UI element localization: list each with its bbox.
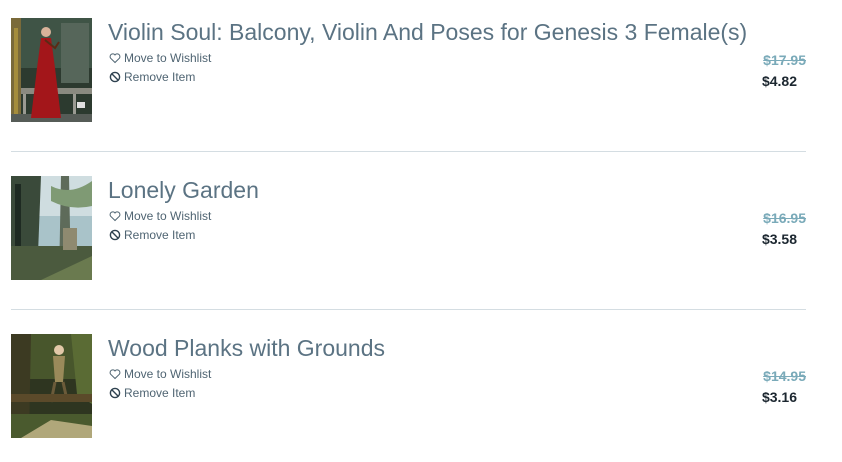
- cart-item: Wood Planks with Grounds Move to Wishlis…: [0, 316, 842, 446]
- product-title-link[interactable]: Wood Planks with Grounds: [108, 333, 385, 363]
- remove-item-label: Remove Item: [124, 386, 196, 400]
- cart-item: Violin Soul: Balcony, Violin And Poses f…: [0, 0, 842, 130]
- remove-item-label: Remove Item: [124, 228, 196, 242]
- remove-item-link[interactable]: Remove Item: [109, 227, 195, 243]
- prohibited-circle-icon: [109, 71, 121, 83]
- original-price: $14.95: [763, 368, 806, 384]
- heart-outline-icon: [109, 52, 121, 64]
- item-divider: [11, 309, 806, 310]
- sale-price: $3.58: [761, 231, 797, 247]
- move-to-wishlist-link[interactable]: Move to Wishlist: [109, 50, 211, 66]
- move-to-wishlist-link[interactable]: Move to Wishlist: [109, 208, 211, 224]
- sale-price: $3.16: [761, 389, 797, 405]
- move-to-wishlist-label: Move to Wishlist: [124, 51, 212, 65]
- move-to-wishlist-label: Move to Wishlist: [124, 209, 212, 223]
- remove-item-link[interactable]: Remove Item: [109, 385, 195, 401]
- remove-item-link[interactable]: Remove Item: [109, 69, 195, 85]
- cart-item: Lonely Garden Move to Wishlist Remove It…: [0, 158, 842, 288]
- sale-price: $4.82: [761, 73, 797, 89]
- item-divider: [11, 151, 806, 152]
- cart-item-list: Violin Soul: Balcony, Violin And Poses f…: [0, 0, 842, 462]
- original-price: $16.95: [763, 210, 806, 226]
- remove-item-label: Remove Item: [124, 70, 196, 84]
- move-to-wishlist-link[interactable]: Move to Wishlist: [109, 366, 211, 382]
- heart-outline-icon: [109, 210, 121, 222]
- product-thumbnail[interactable]: [11, 334, 92, 438]
- product-title-link[interactable]: Lonely Garden: [108, 175, 259, 205]
- prohibited-circle-icon: [109, 229, 121, 241]
- move-to-wishlist-label: Move to Wishlist: [124, 367, 212, 381]
- product-thumbnail[interactable]: [11, 176, 92, 280]
- heart-outline-icon: [109, 368, 121, 380]
- product-thumbnail[interactable]: [11, 18, 92, 122]
- prohibited-circle-icon: [109, 387, 121, 399]
- original-price: $17.95: [763, 52, 806, 68]
- product-title-link[interactable]: Violin Soul: Balcony, Violin And Poses f…: [108, 17, 747, 47]
